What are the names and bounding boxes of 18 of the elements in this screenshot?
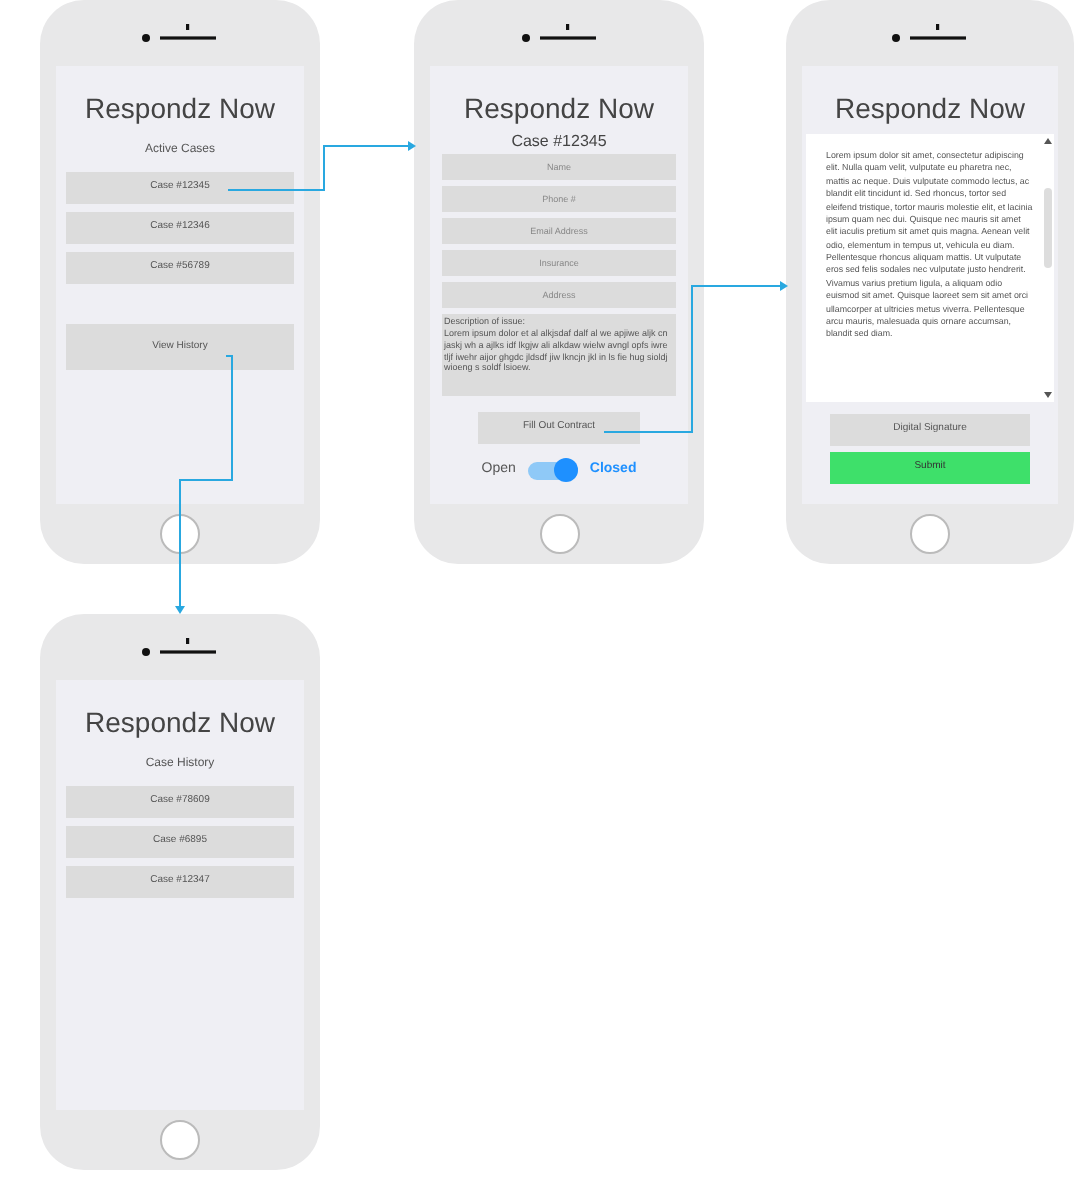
home-button[interactable] xyxy=(160,1120,200,1160)
status-toggle[interactable] xyxy=(527,461,578,480)
scroll-up-icon[interactable] xyxy=(1044,138,1052,144)
home-button[interactable] xyxy=(910,514,950,554)
home-button[interactable] xyxy=(539,514,579,554)
app-title: Respondz Now xyxy=(83,708,277,736)
case-number: Case #12345 xyxy=(509,134,609,150)
phone-speaker-icon xyxy=(140,19,220,47)
app-title: Respondz Now xyxy=(83,94,277,122)
description-field[interactable] xyxy=(442,314,676,396)
app-title: Respondz Now xyxy=(462,94,656,122)
phone-speaker-icon xyxy=(890,19,970,47)
app-title: Respondz Now xyxy=(833,94,1027,122)
phone-speaker-icon xyxy=(519,19,599,47)
scroll-down-icon[interactable] xyxy=(1044,392,1052,398)
home-button[interactable] xyxy=(160,514,200,554)
scrollbar[interactable] xyxy=(1042,134,1054,402)
phone-speaker-icon xyxy=(140,633,220,661)
